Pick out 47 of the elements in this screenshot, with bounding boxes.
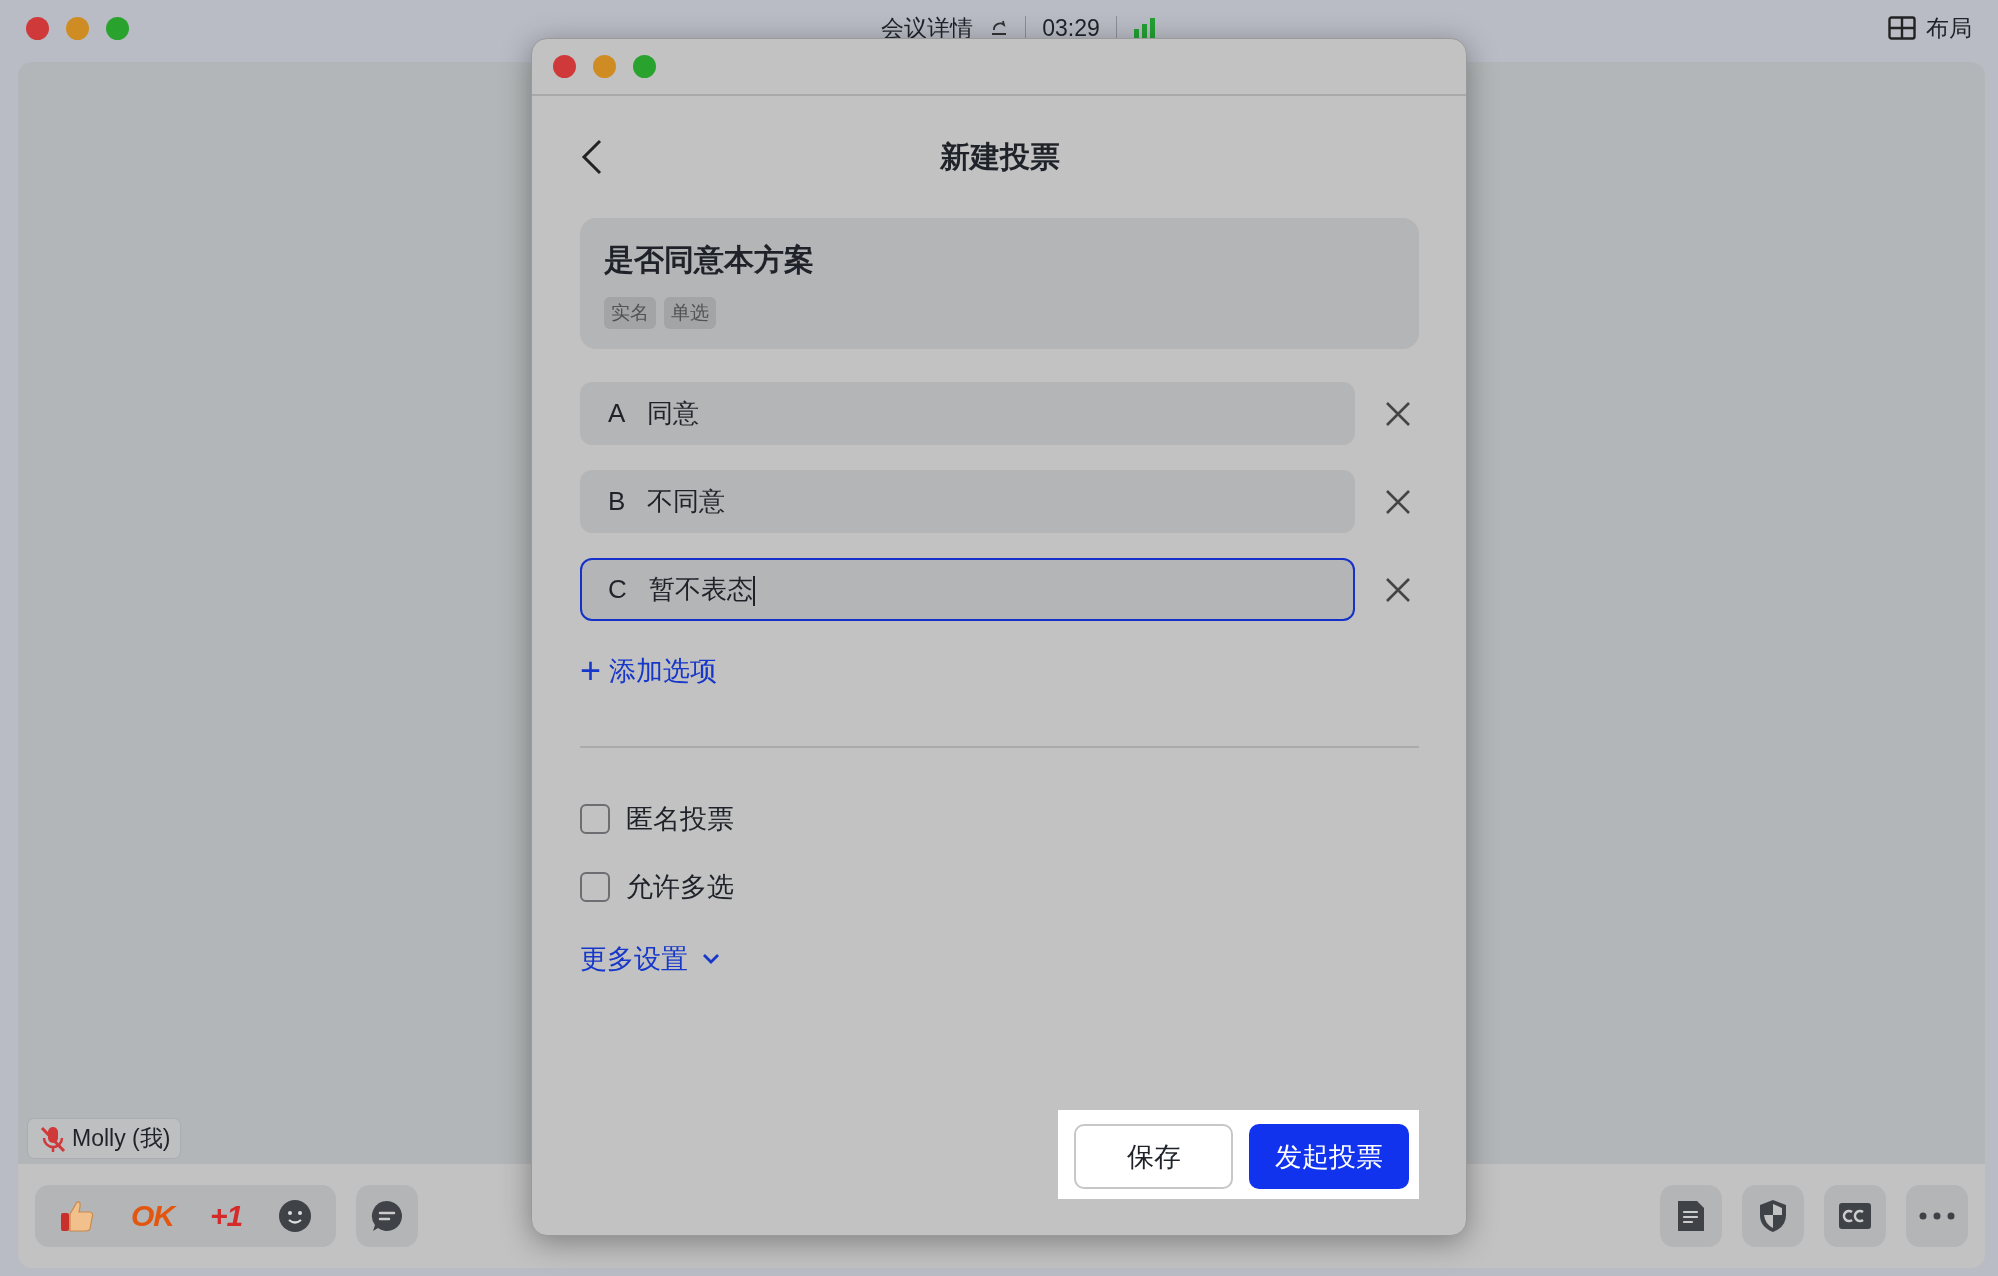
more-button[interactable]	[1906, 1185, 1968, 1247]
window-title: 会议详情	[881, 13, 974, 43]
option-text: 暂不表态	[648, 572, 755, 607]
close-button[interactable]	[26, 16, 49, 40]
more-settings-link[interactable]: 更多设置	[580, 939, 720, 979]
dialog-title: 新建投票	[939, 138, 1060, 175]
checkbox-label: 允许多选	[626, 871, 734, 904]
shield-icon	[1757, 1198, 1789, 1234]
notes-button[interactable]	[1660, 1185, 1722, 1247]
more-icon	[1919, 1212, 1955, 1220]
signal-icon	[1132, 17, 1157, 39]
question-tag: 单选	[664, 297, 716, 329]
close-button[interactable]	[553, 55, 576, 78]
option-input-field[interactable]: B 不同意	[580, 470, 1355, 533]
layout-label[interactable]: 布局	[1926, 12, 1972, 44]
option-letter: C	[608, 574, 627, 605]
start-poll-button[interactable]: 发起投票	[1249, 1124, 1409, 1189]
option-input-field[interactable]: A 同意	[580, 382, 1355, 445]
option-input-field[interactable]: C 暂不表态	[580, 558, 1355, 621]
chevron-down-icon	[702, 953, 720, 965]
option-letter: A	[608, 398, 626, 429]
remove-icon[interactable]	[1385, 576, 1411, 603]
captions-button[interactable]	[1824, 1185, 1886, 1247]
checkbox[interactable]	[580, 804, 610, 834]
security-button[interactable]	[1742, 1185, 1804, 1247]
chat-bubble-icon	[370, 1199, 405, 1233]
option-letter: B	[608, 486, 626, 517]
participant-name: Molly (我)	[72, 1124, 171, 1153]
remove-icon[interactable]	[1385, 400, 1411, 427]
smiley-icon[interactable]	[278, 1199, 313, 1233]
save-button[interactable]: 保存	[1074, 1124, 1233, 1189]
thumbs-up-icon[interactable]	[59, 1198, 95, 1234]
captions-icon	[1838, 1202, 1872, 1230]
document-icon	[1675, 1199, 1707, 1233]
checkbox[interactable]	[580, 872, 610, 902]
layout-icon[interactable]	[1888, 16, 1916, 40]
question-tag: 实名	[604, 297, 656, 329]
back-icon[interactable]	[580, 139, 604, 175]
option-text: 不同意	[647, 485, 726, 518]
checkbox-label: 匿名投票	[626, 803, 734, 836]
remove-icon[interactable]	[1385, 488, 1411, 515]
meeting-timer: 03:29	[1042, 14, 1100, 42]
question-card[interactable]: 是否同意本方案 实名 单选	[580, 218, 1419, 349]
chat-button[interactable]	[356, 1185, 419, 1247]
question-text: 是否同意本方案	[604, 242, 815, 278]
option-text: 同意	[647, 397, 700, 430]
add-option-link[interactable]: + 添加选项	[580, 651, 718, 691]
